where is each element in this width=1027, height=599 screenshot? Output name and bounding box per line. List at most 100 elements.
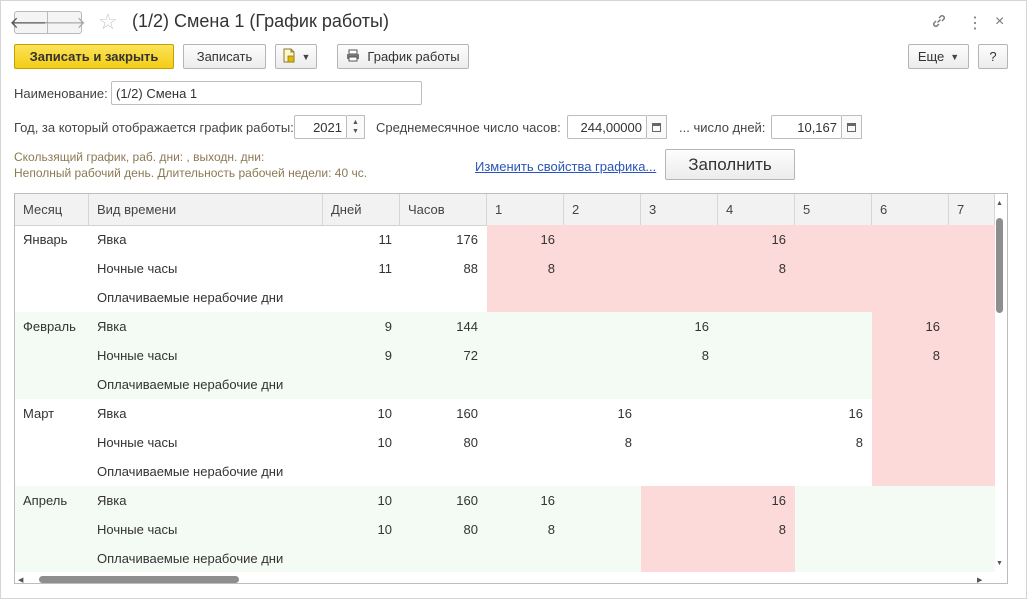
time-type-cell[interactable]: Ночные часы — [97, 515, 177, 544]
hours-cell[interactable]: 88 — [400, 254, 478, 283]
month-cell[interactable]: Январь — [23, 225, 68, 254]
column-header[interactable]: Часов — [400, 194, 487, 225]
days-cell[interactable] — [323, 283, 392, 312]
days-cell[interactable]: 10 — [323, 515, 392, 544]
scroll-up-icon[interactable]: ▲ — [996, 200, 1003, 207]
vertical-scrollbar[interactable]: ▲ ▼ — [995, 196, 1005, 578]
day-cell[interactable]: 16 — [487, 225, 555, 254]
favorite-star-icon[interactable]: ☆ — [98, 9, 118, 35]
column-header[interactable]: 5 — [795, 194, 872, 225]
hours-cell[interactable] — [400, 283, 478, 312]
scroll-left-icon[interactable]: ◀ — [18, 576, 23, 584]
column-header[interactable]: Месяц — [15, 194, 89, 225]
avg-hours-input[interactable]: 244,00000 — [567, 115, 647, 139]
print-menu-button[interactable]: ▼ — [275, 44, 317, 69]
forward-button[interactable]: 🡒 — [43, 11, 86, 34]
hours-cell[interactable]: 160 — [400, 399, 478, 428]
help-button[interactable]: ? — [978, 44, 1008, 69]
month-cell[interactable]: Апрель — [23, 486, 67, 515]
time-type-cell[interactable]: Оплачиваемые нерабочие дни — [97, 544, 283, 572]
hours-cell[interactable]: 80 — [400, 428, 478, 457]
column-header[interactable]: 7 — [949, 194, 995, 225]
time-type-cell[interactable]: Ночные часы — [97, 254, 177, 283]
scroll-right-icon[interactable]: ▶ — [977, 576, 982, 584]
chevron-up-icon[interactable]: ▲ — [352, 118, 359, 127]
column-header[interactable]: Дней — [323, 194, 400, 225]
schedule-button[interactable]: График работы — [337, 44, 469, 69]
day-cell[interactable]: 8 — [564, 428, 632, 457]
calculator-icon[interactable] — [842, 115, 862, 139]
day-cell[interactable]: 8 — [487, 515, 555, 544]
hours-cell[interactable]: 72 — [400, 341, 478, 370]
column-header[interactable]: 2 — [564, 194, 641, 225]
column-header[interactable]: Вид времени — [89, 194, 323, 225]
column-header[interactable]: 3 — [641, 194, 718, 225]
year-input[interactable]: 2021 — [294, 115, 347, 139]
time-type-cell[interactable]: Явка — [97, 399, 127, 428]
column-header[interactable]: 6 — [872, 194, 949, 225]
days-cell[interactable]: 9 — [323, 312, 392, 341]
column-header[interactable]: 1 — [487, 194, 564, 225]
horizontal-scrollbar[interactable]: ◀ ▶ — [15, 575, 995, 585]
day-cell[interactable]: 16 — [872, 312, 940, 341]
hours-cell[interactable] — [400, 544, 478, 572]
change-properties-link[interactable]: Изменить свойства графика... — [475, 159, 656, 174]
days-cell[interactable]: 9 — [323, 341, 392, 370]
days-input[interactable]: 10,167 — [771, 115, 842, 139]
days-cell[interactable]: 10 — [323, 486, 392, 515]
form-window: 🡐 🡒 ☆ (1/2) Смена 1 (График работы) ⋮ × … — [0, 0, 1027, 599]
hours-cell[interactable]: 160 — [400, 486, 478, 515]
day-cell[interactable]: 16 — [641, 312, 709, 341]
close-icon[interactable]: × — [995, 13, 1004, 31]
day-cell[interactable]: 16 — [795, 399, 863, 428]
more-button[interactable]: Еще ▼ — [908, 44, 969, 69]
holiday-cell-background — [872, 399, 949, 486]
day-cell[interactable]: 8 — [872, 341, 940, 370]
day-cell[interactable]: 8 — [795, 428, 863, 457]
horizontal-scroll-thumb[interactable] — [39, 576, 239, 583]
day-cell[interactable]: 16 — [487, 486, 555, 515]
day-cell[interactable]: 16 — [718, 486, 786, 515]
hours-cell[interactable]: 176 — [400, 225, 478, 254]
day-cell[interactable]: 8 — [718, 254, 786, 283]
save-button[interactable]: Записать — [183, 44, 266, 69]
days-cell[interactable]: 11 — [323, 254, 393, 283]
days-cell[interactable]: 11 — [323, 225, 393, 254]
days-cell[interactable] — [323, 457, 392, 486]
time-type-cell[interactable]: Оплачиваемые нерабочие дни — [97, 457, 283, 486]
time-type-cell[interactable]: Явка — [97, 225, 127, 254]
chevron-down-icon: ▼ — [301, 51, 311, 62]
days-cell[interactable]: 10 — [323, 399, 392, 428]
hours-cell[interactable] — [400, 457, 478, 486]
month-cell[interactable]: Февраль — [23, 312, 76, 341]
hours-cell[interactable]: 144 — [400, 312, 478, 341]
time-type-cell[interactable]: Ночные часы — [97, 341, 177, 370]
link-icon[interactable] — [931, 13, 947, 33]
chevron-down-icon[interactable]: ▼ — [352, 127, 359, 136]
time-type-cell[interactable]: Ночные часы — [97, 428, 177, 457]
time-type-cell[interactable]: Оплачиваемые нерабочие дни — [97, 283, 283, 312]
days-cell[interactable]: 10 — [323, 428, 392, 457]
day-cell[interactable]: 16 — [718, 225, 786, 254]
calculator-icon[interactable] — [647, 115, 667, 139]
day-cell[interactable]: 8 — [718, 515, 786, 544]
days-cell[interactable] — [323, 544, 392, 572]
hours-cell[interactable] — [400, 370, 478, 399]
days-cell[interactable] — [323, 370, 392, 399]
vertical-scroll-thumb[interactable] — [996, 218, 1003, 313]
day-cell[interactable]: 8 — [487, 254, 555, 283]
month-cell[interactable]: Март — [23, 399, 54, 428]
hours-cell[interactable]: 80 — [400, 515, 478, 544]
time-type-cell[interactable]: Явка — [97, 486, 127, 515]
fill-button[interactable]: Заполнить — [665, 149, 795, 180]
time-type-cell[interactable]: Оплачиваемые нерабочие дни — [97, 370, 283, 399]
time-type-cell[interactable]: Явка — [97, 312, 127, 341]
year-stepper[interactable]: ▲ ▼ — [347, 115, 365, 139]
more-vertical-icon[interactable]: ⋮ — [967, 13, 983, 33]
name-input[interactable]: (1/2) Смена 1 — [111, 81, 422, 105]
scroll-down-icon[interactable]: ▼ — [996, 560, 1003, 567]
column-header[interactable]: 4 — [718, 194, 795, 225]
day-cell[interactable]: 8 — [641, 341, 709, 370]
save-and-close-button[interactable]: Записать и закрыть — [14, 44, 174, 69]
day-cell[interactable]: 16 — [564, 399, 632, 428]
